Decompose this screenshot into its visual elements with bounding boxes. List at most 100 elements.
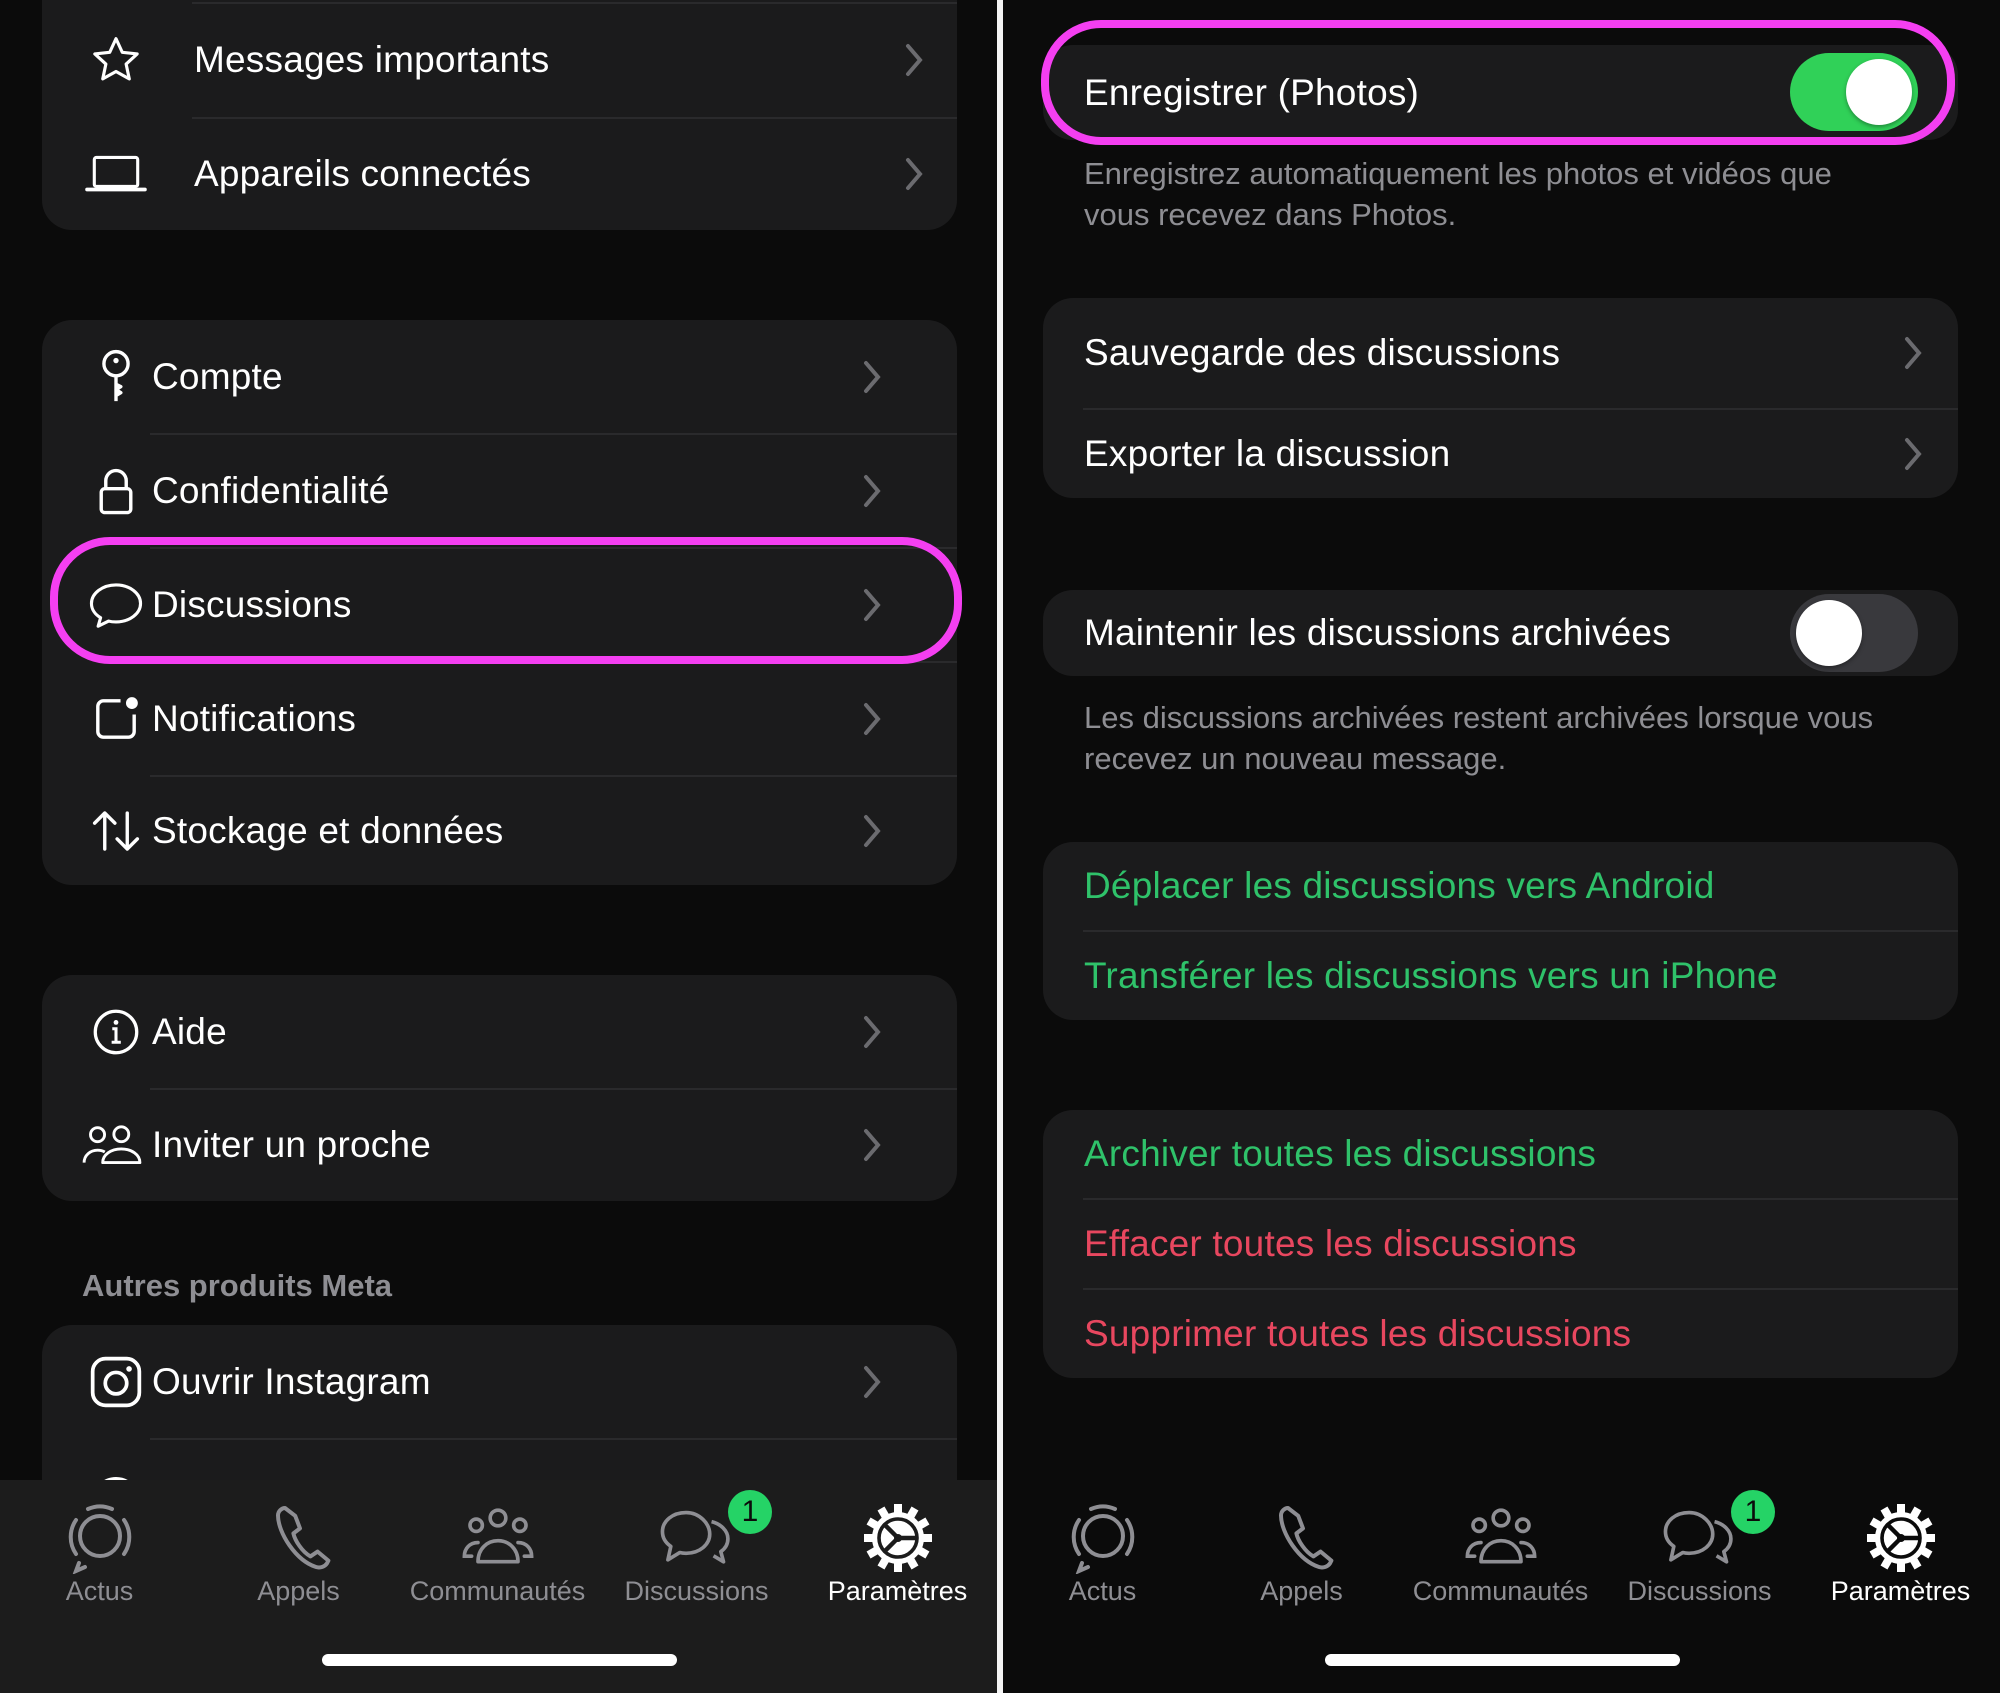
save-photos-row: Enregistrer (Photos) <box>1043 45 1958 140</box>
tab-label: Discussions <box>624 1576 769 1606</box>
delete-all-chats-row[interactable]: Supprimer toutes les discussions <box>1043 1290 1958 1378</box>
settings-row-label: Discussions <box>152 583 352 625</box>
tab-label: Actus <box>1068 1576 1137 1606</box>
tab-label: Communautés <box>1412 1576 1589 1606</box>
toggle-knob <box>1846 59 1912 125</box>
settings-gear-icon <box>863 1504 932 1572</box>
left-settings-screen: Messages importants Appareils connectés … <box>0 0 997 1693</box>
settings-row-notifications[interactable]: Notifications <box>42 662 957 775</box>
save-photos-label: Enregistrer (Photos) <box>1084 71 1420 113</box>
footnote-line: vous recevez dans Photos. <box>1084 197 1457 232</box>
settings-row-starred-messages[interactable]: Messages importants <box>42 4 957 116</box>
chevron-right-icon <box>1905 438 1922 470</box>
chat-backup-row[interactable]: Sauvegarde des discussions <box>1043 298 1958 408</box>
settings-row-label: Stockage et données <box>152 809 504 851</box>
move-to-android-row[interactable]: Déplacer les discussions vers Android <box>1043 842 1958 930</box>
transfer-to-iphone-row[interactable]: Transférer les discussions vers un iPhon… <box>1043 932 1958 1020</box>
chevron-right-icon <box>864 1365 881 1398</box>
updates-icon <box>68 1504 131 1574</box>
tab-label: Discussions <box>1627 1576 1772 1606</box>
chat-bubble-icon <box>84 573 148 637</box>
settings-row-label: Confidentialité <box>152 469 390 511</box>
tab-communities[interactable]: Communautés <box>398 1480 597 1620</box>
section-title-meta: Autres produits Meta <box>82 1268 393 1303</box>
people-icon <box>80 1113 144 1177</box>
settings-row-storage[interactable]: Stockage et données <box>42 776 957 885</box>
settings-row-invite[interactable]: Inviter un proche <box>42 1089 957 1201</box>
settings-card-main: Compte Confidentialité Discussions Notif… <box>42 320 957 885</box>
tab-chats[interactable]: 1 Discussions <box>597 1480 796 1620</box>
settings-row-privacy[interactable]: Confidentialité <box>42 434 957 547</box>
chat-actions-card: Archiver toutes les discussions Effacer … <box>1043 1110 1958 1378</box>
row-label: Déplacer les discussions vers Android <box>1084 865 1715 906</box>
settings-row-linked-devices[interactable]: Appareils connectés <box>42 118 957 230</box>
tab-calls[interactable]: Appels <box>199 1480 398 1620</box>
laptop-icon <box>84 142 148 206</box>
settings-row-account[interactable]: Compte <box>42 320 957 433</box>
up-down-arrows-icon <box>84 799 148 863</box>
archive-all-chats-row[interactable]: Archiver toutes les discussions <box>1043 1110 1958 1198</box>
footnote-line: recevez un nouveau message. <box>1084 741 1507 776</box>
instagram-icon <box>84 1350 148 1414</box>
chevron-right-icon <box>864 1129 881 1161</box>
chevron-right-icon <box>864 360 881 393</box>
tab-communities[interactable]: Communautés <box>1401 1480 1600 1620</box>
settings-row-label: Notifications <box>152 697 357 739</box>
backup-export-card: Sauvegarde des discussions Exporter la d… <box>1043 298 1958 498</box>
home-indicator <box>322 1654 677 1666</box>
row-label: Archiver toutes les discussions <box>1084 1133 1597 1174</box>
phone-icon <box>275 1506 330 1570</box>
settings-row-label: Inviter un proche <box>152 1124 432 1165</box>
chevron-right-icon <box>1905 337 1922 369</box>
toggle-knob <box>1796 600 1862 666</box>
tab-label: Appels <box>1260 1576 1343 1606</box>
settings-row-chats[interactable]: Discussions <box>42 548 957 661</box>
tab-label: Communautés <box>409 1576 586 1606</box>
chevron-right-icon <box>864 702 881 735</box>
settings-row-label: Messages importants <box>194 39 550 80</box>
tab-calls[interactable]: Appels <box>1202 1480 1401 1620</box>
row-label: Effacer toutes les discussions <box>1084 1223 1577 1264</box>
home-indicator <box>1325 1654 1680 1666</box>
tab-updates[interactable]: Actus <box>0 1480 199 1620</box>
unread-badge: 1 <box>1731 1490 1775 1534</box>
keep-archived-row: Maintenir les discussions archivées <box>1043 590 1958 676</box>
save-photos-toggle[interactable] <box>1790 53 1918 131</box>
communities-icon <box>462 1508 533 1564</box>
info-icon <box>84 1000 148 1064</box>
save-photos-card: Enregistrer (Photos) <box>1043 45 1958 140</box>
notification-badge-icon <box>84 687 148 751</box>
tab-settings[interactable]: Paramètres <box>798 1480 997 1620</box>
tab-chats[interactable]: 1 Discussions <box>1600 1480 1799 1620</box>
keep-archived-label: Maintenir les discussions archivées <box>1084 612 1671 653</box>
lock-icon <box>84 459 148 523</box>
chevron-right-icon <box>864 588 881 621</box>
tab-label: Actus <box>65 1576 134 1606</box>
settings-row-label: Compte <box>152 355 283 397</box>
footnote-line: Enregistrez automatiquement les photos e… <box>1084 156 1832 191</box>
tab-settings[interactable]: Paramètres <box>1801 1480 2000 1620</box>
tab-updates[interactable]: Actus <box>1003 1480 1202 1620</box>
settings-gear-icon <box>1866 1504 1935 1572</box>
communities-icon <box>1465 1508 1536 1564</box>
clear-all-chats-row[interactable]: Effacer toutes les discussions <box>1043 1200 1958 1288</box>
settings-card-help: Aide Inviter un proche <box>42 975 957 1201</box>
save-photos-footnote: Enregistrez automatiquement les photos e… <box>1084 153 1832 235</box>
settings-row-help[interactable]: Aide <box>42 975 957 1088</box>
chevron-right-icon <box>906 44 923 76</box>
chevron-right-icon <box>864 474 881 507</box>
tab-label: Paramètres <box>1830 1576 1971 1606</box>
export-chat-row[interactable]: Exporter la discussion <box>1043 410 1958 498</box>
chats-icon <box>660 1510 730 1564</box>
star-icon <box>84 28 148 92</box>
settings-row-label: Ouvrir Instagram <box>152 1360 431 1402</box>
right-chats-settings-screen: Enregistrer (Photos) Enregistrez automat… <box>1003 0 2000 1693</box>
settings-card-starred-devices: Messages importants Appareils connectés <box>42 0 957 230</box>
settings-row-label: Aide <box>152 1010 227 1052</box>
keep-archived-footnote: Les discussions archivées restent archiv… <box>1084 697 1873 779</box>
settings-row-instagram[interactable]: Ouvrir Instagram <box>42 1325 957 1438</box>
unread-badge: 1 <box>728 1490 772 1534</box>
keep-archived-toggle[interactable] <box>1790 594 1918 672</box>
tab-bar: Actus Appels Communautés 1 Discussions P… <box>0 1480 997 1693</box>
key-icon <box>84 345 148 409</box>
